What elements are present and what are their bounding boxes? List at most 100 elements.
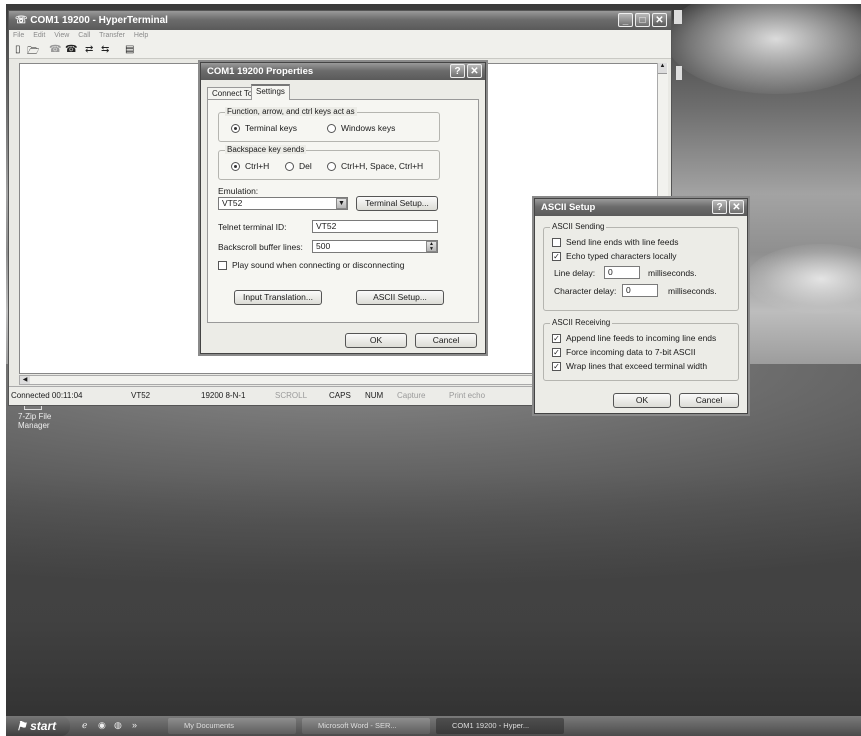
minimize-button[interactable]: _ xyxy=(618,13,633,27)
status-connected: Connected 00:11:04 xyxy=(11,391,83,400)
send-line-ends-checkbox[interactable] xyxy=(552,238,561,247)
group-label: ASCII Receiving xyxy=(550,318,613,327)
media-icon[interactable]: ◍ xyxy=(114,720,122,731)
outlook-icon[interactable]: ◉ xyxy=(98,720,106,731)
sky-cloud xyxy=(746,244,861,314)
cancel-button[interactable]: Cancel xyxy=(679,393,739,408)
status-emulation: VT52 xyxy=(131,391,151,400)
desktop-icon-partial[interactable] xyxy=(674,10,682,24)
del-radio[interactable] xyxy=(285,162,294,171)
sky-cloud xyxy=(666,4,861,94)
maximize-button[interactable]: □ xyxy=(635,13,650,27)
taskbar: ⚑ start ℯ ◉ ◍ » My Documents Microsoft W… xyxy=(6,716,861,736)
backspace-group: Backspace key sends Ctrl+H Del Ctrl+H, S… xyxy=(218,145,440,180)
backscroll-value: 500 xyxy=(316,241,331,251)
help-button[interactable]: ? xyxy=(712,200,727,214)
status-capture: Capture xyxy=(397,391,426,400)
backscroll-spinner[interactable]: 500 ▲ ▼ xyxy=(312,240,438,253)
receive-icon[interactable]: ⇆ xyxy=(101,44,109,55)
terminal-setup-button[interactable]: Terminal Setup... xyxy=(356,196,438,211)
properties-titlebar[interactable]: COM1 19200 Properties ? ✕ xyxy=(201,63,485,80)
cancel-button[interactable]: Cancel xyxy=(415,333,477,348)
windows-keys-radio[interactable] xyxy=(327,124,336,133)
send-icon[interactable]: ⇄ xyxy=(85,44,93,55)
close-button[interactable]: ✕ xyxy=(652,13,667,27)
task-word[interactable]: Microsoft Word - SER... xyxy=(302,718,430,734)
ctrl-h-radio[interactable] xyxy=(231,162,240,171)
toolbar: ▯ 🗁 ☎ ☎ ⇄ ⇆ ▤ xyxy=(9,42,671,59)
windows-keys-label: Windows keys xyxy=(341,123,396,133)
status-settings: 19200 8-N-1 xyxy=(201,391,246,400)
ctrl-h-space-radio[interactable] xyxy=(327,162,336,171)
scroll-left-icon[interactable]: ◀ xyxy=(20,376,30,384)
status-num: NUM xyxy=(365,391,384,400)
new-icon[interactable]: ▯ xyxy=(15,44,21,55)
del-label: Del xyxy=(299,161,312,171)
play-sound-label: Play sound when connecting or disconnect… xyxy=(232,260,405,270)
telnet-id-label: Telnet terminal ID: xyxy=(218,222,287,232)
desktop-icon-label[interactable]: 7-Zip File Manager xyxy=(18,412,51,430)
open-icon[interactable]: 🗁 xyxy=(27,44,39,61)
task-label: Microsoft Word - SER... xyxy=(318,721,397,730)
play-sound-checkbox[interactable] xyxy=(218,261,227,270)
tab-label: Connect To xyxy=(212,89,253,98)
wrap-lines-label: Wrap lines that exceed terminal width xyxy=(566,361,708,371)
function-keys-group: Function, arrow, and ctrl keys act as Te… xyxy=(218,107,440,142)
line-delay-label: Line delay: xyxy=(554,268,596,278)
ie-icon[interactable]: ℯ xyxy=(82,720,87,731)
close-button[interactable]: ✕ xyxy=(467,64,482,78)
terminal-keys-label: Terminal keys xyxy=(245,123,297,133)
char-delay-input[interactable]: 0 xyxy=(622,284,658,297)
task-hyperterminal[interactable]: COM1 19200 - Hyper... xyxy=(436,718,564,734)
echo-typed-checkbox[interactable]: ✓ xyxy=(552,252,561,261)
append-line-feeds-checkbox[interactable]: ✓ xyxy=(552,334,561,343)
telnet-id-input[interactable]: VT52 xyxy=(312,220,438,233)
properties-icon[interactable]: ▤ xyxy=(125,44,134,55)
start-label: start xyxy=(30,719,57,733)
windows-flag-icon: ⚑ xyxy=(16,719,31,733)
group-label: Function, arrow, and ctrl keys act as xyxy=(225,107,357,116)
char-delay-value: 0 xyxy=(626,285,631,295)
wrap-lines-checkbox[interactable]: ✓ xyxy=(552,362,561,371)
button-label: ASCII Setup... xyxy=(373,292,427,302)
ok-button[interactable]: OK xyxy=(613,393,671,408)
disconnect-icon[interactable]: ☎ xyxy=(65,44,77,55)
status-caps: CAPS xyxy=(329,391,351,400)
terminal-keys-radio[interactable] xyxy=(231,124,240,133)
button-label: Cancel xyxy=(695,395,723,405)
hyperterminal-titlebar[interactable]: ☏ COM1 19200 - HyperTerminal _ □ ✕ xyxy=(9,11,671,30)
button-label: Cancel xyxy=(432,335,460,345)
help-button[interactable]: ? xyxy=(450,64,465,78)
button-label: OK xyxy=(635,395,649,405)
menu-edit[interactable]: Edit xyxy=(33,32,45,39)
menu-help[interactable]: Help xyxy=(134,32,148,39)
menu-transfer[interactable]: Transfer xyxy=(99,32,125,39)
ascii-setup-button[interactable]: ASCII Setup... xyxy=(356,290,444,305)
line-delay-value: 0 xyxy=(608,267,613,277)
emulation-select[interactable]: VT52 ▼ xyxy=(218,197,348,210)
group-label: ASCII Sending xyxy=(550,222,607,231)
force-7bit-checkbox[interactable]: ✓ xyxy=(552,348,561,357)
line-delay-input[interactable]: 0 xyxy=(604,266,640,279)
group-label: Backspace key sends xyxy=(225,145,307,154)
menu-call[interactable]: Call xyxy=(78,32,90,39)
status-scroll: SCROLL xyxy=(275,391,308,400)
quicklaunch-more-icon[interactable]: » xyxy=(132,720,137,730)
ascii-setup-titlebar[interactable]: ASCII Setup ? ✕ xyxy=(535,199,747,216)
connect-icon[interactable]: ☎ xyxy=(49,44,61,55)
ok-button[interactable]: OK xyxy=(345,333,407,348)
window-title: COM1 19200 - HyperTerminal xyxy=(30,15,168,26)
status-print-echo: Print echo xyxy=(449,391,486,400)
scroll-up-icon[interactable]: ▲ xyxy=(658,63,667,74)
input-translation-button[interactable]: Input Translation... xyxy=(234,290,322,305)
menu-view[interactable]: View xyxy=(54,32,69,39)
desktop-icon-partial[interactable] xyxy=(676,66,682,80)
phone-icon: ☏ xyxy=(15,15,31,26)
tab-settings[interactable]: Settings xyxy=(251,84,290,100)
chevron-down-icon[interactable]: ▼ xyxy=(336,198,347,209)
menu-file[interactable]: File xyxy=(13,32,24,39)
start-button[interactable]: ⚑ start xyxy=(6,716,70,736)
close-button[interactable]: ✕ xyxy=(729,200,744,214)
task-my-documents[interactable]: My Documents xyxy=(168,718,296,734)
spinner-icon[interactable]: ▲ ▼ xyxy=(426,241,437,252)
